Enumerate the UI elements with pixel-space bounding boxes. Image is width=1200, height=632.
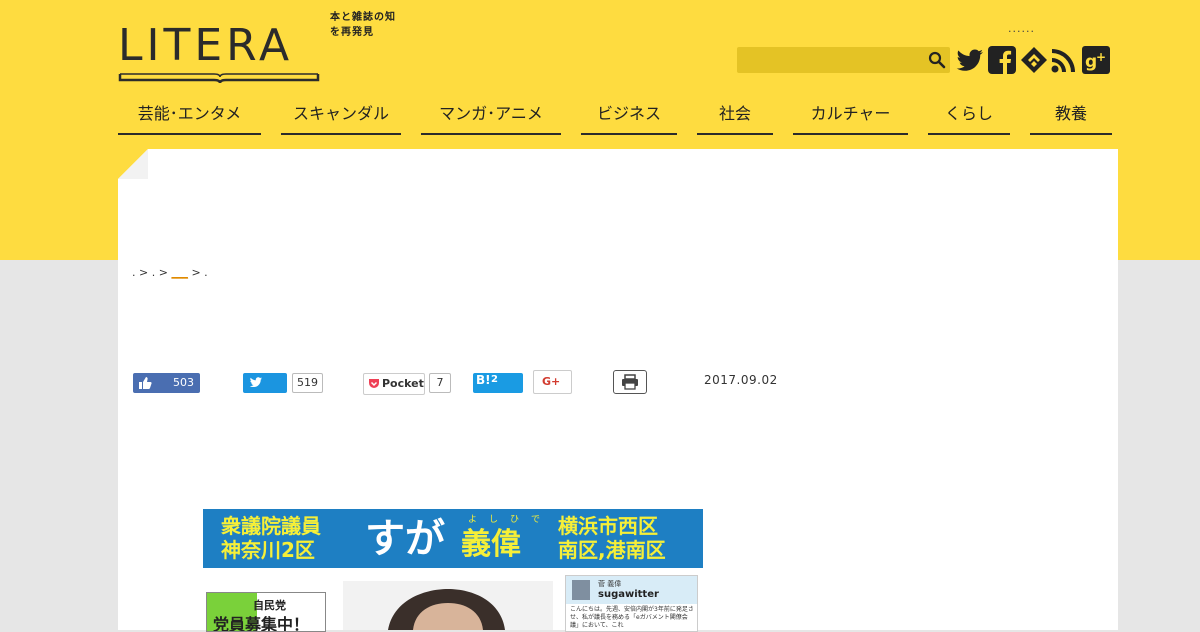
printer-icon [622, 374, 638, 390]
breadcrumb: . > . > ___ > . [132, 266, 208, 279]
twitter-handle: sugawitter [598, 589, 659, 600]
member-recruit-box: 自民党 党員募集中！ [206, 592, 326, 632]
campaign-banner: 衆議院議員 神奈川2区 すが よしひで 義偉 横浜市西区 南区,港南区 [203, 509, 703, 568]
nav-item-lifestyle[interactable]: くらし [928, 99, 1010, 135]
breadcrumb-separator: > [191, 266, 201, 279]
tweet-button[interactable] [243, 373, 287, 393]
twitter-icon[interactable] [955, 45, 985, 75]
nav-item-scandal[interactable]: スキャンダル [281, 99, 401, 135]
avatar [572, 580, 590, 600]
pocket-icon [369, 379, 379, 388]
breadcrumb-link[interactable]: ___ [171, 266, 188, 279]
banner-ruby: よしひで [468, 515, 553, 525]
breadcrumb-item[interactable]: . [152, 266, 156, 279]
print-button[interactable] [613, 370, 647, 394]
twitter-user-name: 菅 義偉 [598, 580, 622, 588]
hatena-label: B! [476, 373, 491, 387]
pocket-count: 7 [429, 373, 451, 393]
twitter-count: 519 [292, 373, 323, 393]
google-plus-icon[interactable]: g + [1081, 45, 1111, 75]
search-box[interactable] [737, 47, 950, 73]
twitter-card: 菅 義偉 sugawitter こんにちは。先週、安倍内閣が3年前に発足させ、私… [565, 575, 698, 632]
breadcrumb-separator: > [139, 266, 149, 279]
facebook-count: 503 [173, 376, 194, 389]
book-icon [118, 73, 320, 84]
nav-item-culture[interactable]: カルチャー [793, 99, 908, 135]
gplus-label: G+ [542, 375, 561, 388]
thumbs-up-icon [139, 377, 152, 389]
article-date: 2017.09.02 [704, 373, 778, 387]
main-nav: 芸能･エンタメ スキャンダル マンガ･アニメ ビジネス 社会 カルチャー くらし… [118, 99, 1112, 135]
pocket-button[interactable]: Pocket [363, 373, 425, 395]
recruit-text: 党員募集中！ [213, 615, 310, 632]
logo-tagline: 本と雑誌の知を再発見 [330, 12, 396, 38]
breadcrumb-separator: > [158, 266, 168, 279]
nav-item-business[interactable]: ビジネス [581, 99, 677, 135]
nav-item-manga-anime[interactable]: マンガ･アニメ [421, 99, 561, 135]
facebook-icon[interactable] [987, 45, 1017, 75]
banner-text: すが [365, 516, 445, 562]
banner-text: 神奈川2区 [221, 538, 315, 562]
page-corner [118, 149, 148, 179]
hatena-bookmark-button[interactable]: B! 2 [473, 373, 523, 393]
nav-item-entertainment[interactable]: 芸能･エンタメ [118, 99, 261, 135]
pocket-label: Pocket [382, 377, 424, 390]
banner-name: 義偉 [461, 527, 521, 562]
banner-text: 南区,港南区 [558, 538, 666, 562]
top-links[interactable]: ...... [1008, 22, 1035, 35]
breadcrumb-home[interactable]: . [132, 266, 136, 279]
feedly-icon[interactable] [1019, 45, 1049, 75]
portrait-photo [343, 581, 553, 630]
banner-text: 衆議院議員 [221, 514, 321, 538]
search-icon[interactable] [928, 51, 946, 69]
banner-text: 横浜市西区 [558, 514, 658, 538]
breadcrumb-current: . [204, 266, 208, 279]
site-logo[interactable]: LITERA 本と雑誌の知を再発見 [118, 12, 398, 88]
rss-icon[interactable] [1049, 45, 1079, 75]
svg-text:+: + [1096, 50, 1106, 64]
twitter-icon [249, 377, 262, 388]
logo-text: LITERA [118, 20, 294, 71]
google-plus-button[interactable]: G+ [533, 370, 572, 394]
nav-item-society[interactable]: 社会 [697, 99, 773, 135]
hatena-count: 2 [491, 374, 498, 385]
facebook-like-button[interactable]: 503 [133, 373, 200, 393]
person-image [388, 589, 505, 630]
nav-item-education[interactable]: 教養 [1030, 99, 1112, 135]
tweet-text: こんにちは。先週、安倍内閣が3年前に発足させ、私が議長を務める「eガバメント閣僚… [570, 606, 694, 629]
